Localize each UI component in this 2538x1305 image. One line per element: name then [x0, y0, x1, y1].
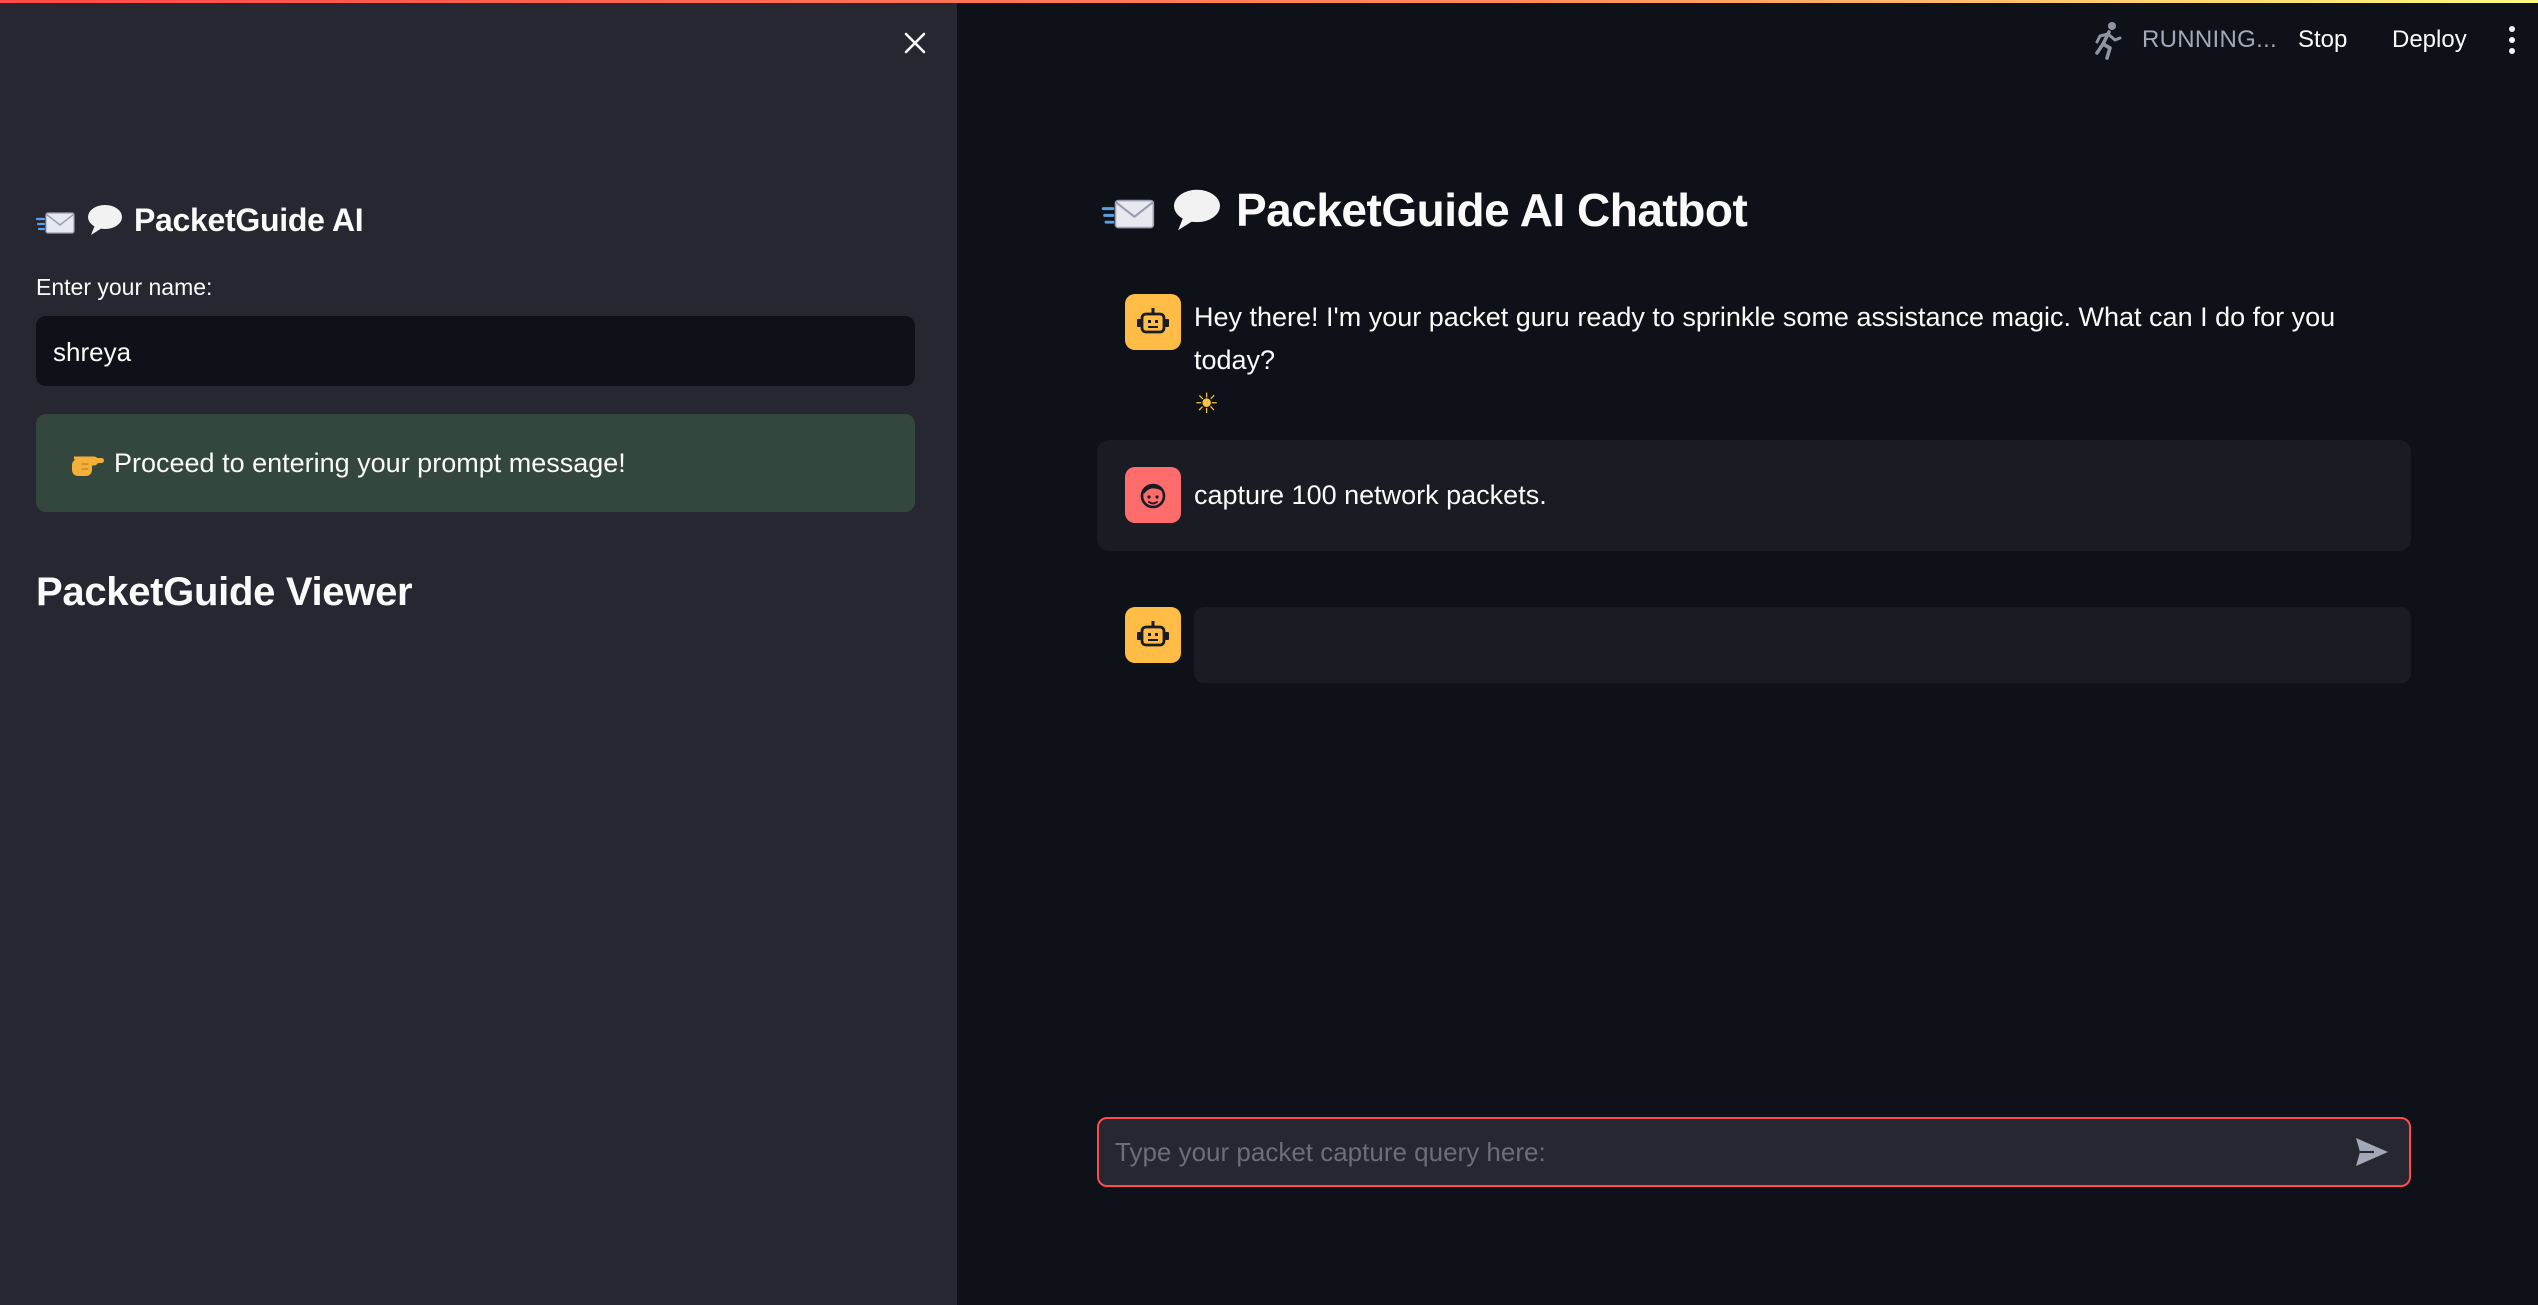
menu-dot	[2509, 26, 2515, 32]
page-title-text: PacketGuide AI Chatbot	[1236, 184, 1748, 236]
incoming-envelope-icon	[1100, 187, 1158, 233]
menu-dot	[2509, 48, 2515, 54]
chat-message-assistant	[1097, 607, 2411, 685]
chat-message-user: capture 100 network packets.	[1097, 440, 2411, 551]
bot-avatar	[1125, 607, 1181, 663]
user-face-icon	[1140, 483, 1166, 509]
close-icon	[904, 32, 926, 54]
robot-icon	[1137, 621, 1169, 647]
send-button[interactable]	[2349, 1129, 2395, 1175]
pending-response-placeholder	[1194, 607, 2411, 683]
message-body: Hey there! I'm your packet guru ready to…	[1194, 302, 2336, 375]
chat-input-container	[1097, 1117, 2411, 1187]
info-alert: Proceed to entering your prompt message!	[36, 414, 915, 512]
name-label: Enter your name:	[36, 274, 213, 300]
robot-icon	[1137, 308, 1169, 334]
stop-button[interactable]: Stop	[2298, 18, 2347, 62]
sidebar-title: PacketGuide AI	[36, 196, 364, 244]
running-status: RUNNING...	[2090, 18, 2277, 62]
info-message: Proceed to entering your prompt message!	[114, 447, 626, 478]
pointing-hand-icon	[68, 446, 108, 480]
running-text: RUNNING...	[2142, 26, 2277, 53]
chat-input[interactable]	[1113, 1135, 2349, 1169]
sidebar: PacketGuide AI Enter your name: shreya P…	[0, 0, 957, 1305]
main-menu-button[interactable]	[2500, 22, 2524, 58]
bot-avatar	[1125, 294, 1181, 350]
sparkle-sun-icon: ☀	[1194, 388, 1220, 419]
page-title: PacketGuide AI Chatbot	[1100, 178, 1748, 242]
top-decoration-bar	[0, 0, 2538, 3]
speech-balloon-icon	[1170, 187, 1224, 233]
menu-dot	[2509, 37, 2515, 43]
close-sidebar-button[interactable]	[898, 26, 932, 60]
incoming-envelope-icon	[36, 203, 76, 237]
chat-message-assistant: Hey there! I'm your packet guru ready to…	[1097, 284, 2411, 419]
running-person-icon	[2095, 22, 2122, 60]
speech-balloon-icon	[86, 203, 124, 237]
name-input[interactable]: shreya	[36, 316, 915, 386]
sidebar-title-text: PacketGuide AI	[134, 201, 364, 238]
message-text: Hey there! I'm your packet guru ready to…	[1194, 296, 2391, 426]
deploy-button[interactable]: Deploy	[2392, 18, 2467, 62]
user-avatar	[1125, 467, 1181, 523]
send-icon	[2356, 1138, 2388, 1166]
message-text: capture 100 network packets.	[1194, 480, 1547, 510]
viewer-title: PacketGuide Viewer	[36, 570, 413, 614]
